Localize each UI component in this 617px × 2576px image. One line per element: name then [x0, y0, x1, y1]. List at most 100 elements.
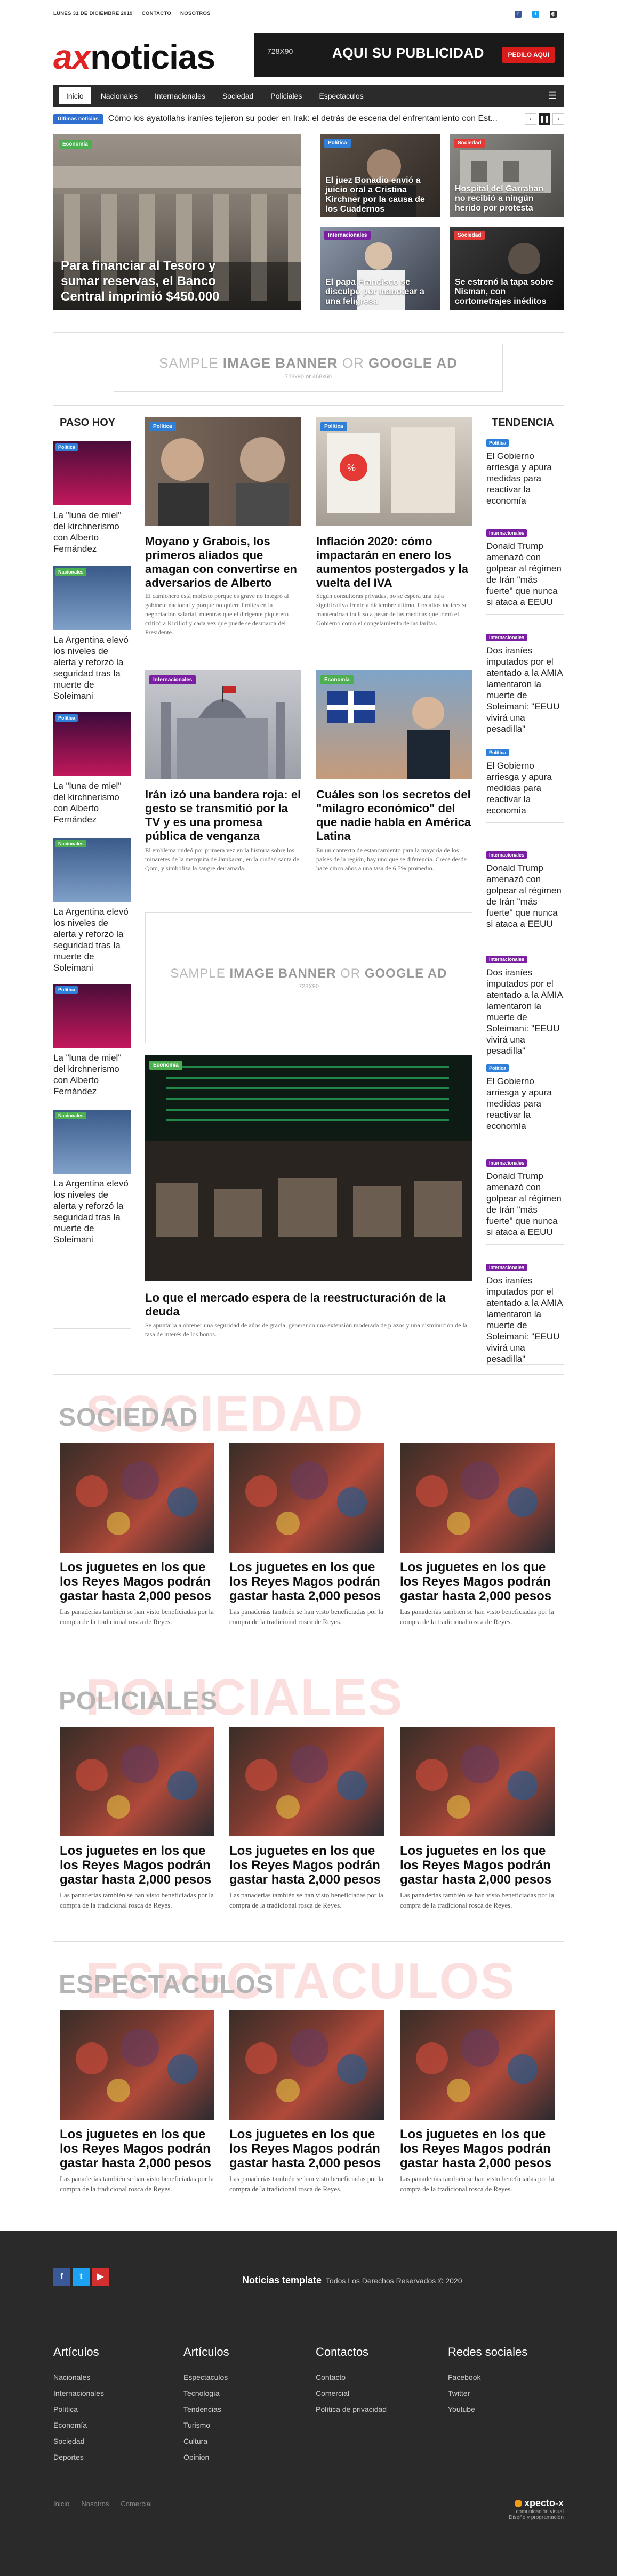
left-sidebar-title[interactable]: La "luna de miel" del kirchnerismo con A…: [53, 780, 131, 825]
section-card[interactable]: Los juguetes en los que los Reyes Magos …: [229, 2010, 384, 2194]
section-card[interactable]: Los juguetes en los que los Reyes Magos …: [60, 1443, 214, 1627]
left-sidebar-thumb[interactable]: Nacionales: [53, 566, 131, 630]
category-badge[interactable]: Política: [149, 422, 176, 431]
twitter-icon[interactable]: t: [73, 2268, 90, 2286]
footer-link[interactable]: Opinion: [183, 2453, 229, 2461]
facebook-icon[interactable]: f: [53, 2268, 70, 2286]
left-sidebar-title[interactable]: La Argentina elevó los niveles de alerta…: [53, 634, 131, 701]
category-badge[interactable]: Sociedad: [454, 231, 485, 240]
right-sidebar-title[interactable]: El Gobierno arriesga y apura medidas par…: [486, 760, 564, 816]
article-image-5[interactable]: Economía: [145, 1055, 472, 1281]
hero-tile-title[interactable]: El juez Bonadio envió a juicio oral a Cr…: [325, 176, 432, 213]
category-badge[interactable]: Nacionales: [55, 568, 86, 576]
right-sidebar-title[interactable]: El Gobierno arriesga y apura medidas par…: [486, 450, 564, 506]
footer-link[interactable]: Twitter: [448, 2389, 527, 2397]
right-sidebar-title[interactable]: Dos iraníes imputados por el atentado a …: [486, 645, 564, 734]
left-sidebar-thumb[interactable]: Nacionales: [53, 1110, 131, 1174]
menu-icon[interactable]: ☰: [548, 90, 559, 101]
card-image[interactable]: [60, 2010, 214, 2120]
article-title[interactable]: Inflación 2020: cómo impactarán en enero…: [316, 535, 472, 590]
category-badge[interactable]: Internacionales: [486, 851, 527, 859]
footer-link[interactable]: Internacionales: [53, 2389, 104, 2397]
card-image[interactable]: [400, 2010, 555, 2120]
instagram-icon[interactable]: ◎: [550, 11, 557, 18]
section-card[interactable]: Los juguetes en los que los Reyes Magos …: [60, 2010, 214, 2194]
card-image[interactable]: [60, 1443, 214, 1553]
category-badge[interactable]: Política: [486, 1064, 509, 1072]
right-sidebar-title[interactable]: Dos iraníes imputados por el atentado a …: [486, 967, 564, 1056]
card-title[interactable]: Los juguetes en los que los Reyes Magos …: [229, 1560, 384, 1603]
facebook-icon[interactable]: f: [515, 11, 522, 18]
about-link[interactable]: NOSOTROS: [180, 11, 211, 17]
nav-item-inicio[interactable]: Inicio: [59, 87, 91, 104]
card-title[interactable]: Los juguetes en los que los Reyes Magos …: [400, 1844, 555, 1887]
right-sidebar-item[interactable]: Internacionales Dos iraníes imputados por…: [486, 632, 564, 741]
footer-link[interactable]: Deportes: [53, 2453, 104, 2461]
article-image-3[interactable]: Internacionales: [145, 670, 301, 779]
category-badge[interactable]: Internacionales: [486, 1159, 527, 1167]
right-sidebar-item[interactable]: Internacionales Donald Trump amenazó con …: [486, 850, 564, 936]
nav-item-internacionales[interactable]: Internacionales: [147, 87, 213, 104]
hero-main[interactable]: Economía Para financiar al Tesoro y suma…: [53, 134, 301, 310]
right-sidebar-item[interactable]: Política El Gobierno arriesga y apura med…: [486, 423, 564, 513]
category-badge[interactable]: Política: [55, 986, 78, 994]
category-badge[interactable]: Nacionales: [55, 1112, 86, 1119]
footer-credit[interactable]: xpecto-x comunicación visual Diseño y pr…: [509, 2498, 564, 2521]
twitter-icon[interactable]: t: [532, 11, 539, 18]
category-badge[interactable]: Política: [486, 439, 509, 447]
category-badge[interactable]: Economía: [149, 1061, 182, 1070]
footer-link[interactable]: Turismo: [183, 2421, 229, 2429]
right-sidebar-item[interactable]: Internacionales Donald Trump amenazó con …: [486, 1158, 564, 1245]
card-title[interactable]: Los juguetes en los que los Reyes Magos …: [229, 1844, 384, 1887]
category-badge[interactable]: Nacionales: [55, 840, 86, 847]
card-image[interactable]: [229, 1727, 384, 1836]
hero-tile-4[interactable]: Sociedad Se estrenó la tapa sobre Nisman…: [450, 227, 564, 310]
left-sidebar-item[interactable]: Política La "luna de miel" del kirchneris…: [53, 984, 131, 1097]
footer-link[interactable]: Facebook: [448, 2373, 527, 2381]
category-badge[interactable]: Economía: [320, 675, 354, 684]
right-sidebar-item[interactable]: Política El Gobierno arriesga y apura med…: [486, 1063, 564, 1138]
category-badge[interactable]: Sociedad: [454, 139, 485, 148]
mid-ad-banner[interactable]: SAMPLE IMAGE BANNER OR GOOGLE AD 728x90 …: [114, 344, 503, 392]
card-title[interactable]: Los juguetes en los que los Reyes Magos …: [60, 1844, 214, 1887]
right-sidebar-title[interactable]: Donald Trump amenazó con golpear al régi…: [486, 1170, 564, 1238]
hero-tile-3[interactable]: Internacionales El papa Francisco se dis…: [320, 227, 440, 310]
card-title[interactable]: Los juguetes en los que los Reyes Magos …: [60, 1560, 214, 1603]
footer-link[interactable]: Economía: [53, 2421, 104, 2429]
card-image[interactable]: [229, 1443, 384, 1553]
hero-tile-title[interactable]: Hospital del Garrahan no recibió a ningú…: [455, 184, 556, 213]
category-badge[interactable]: Economía: [59, 140, 92, 149]
card-image[interactable]: [400, 1727, 555, 1836]
hero-tile-1[interactable]: Política El juez Bonadio envió a juicio …: [320, 134, 440, 217]
right-sidebar-title[interactable]: El Gobierno arriesga y apura medidas par…: [486, 1076, 564, 1132]
article-image-2[interactable]: % Política: [316, 417, 472, 526]
left-sidebar-item[interactable]: Nacionales La Argentina elevó los niveles…: [53, 838, 131, 973]
hero-tile-2[interactable]: Sociedad Hospital del Garrahan no recibi…: [450, 134, 564, 217]
left-sidebar-title[interactable]: La Argentina elevó los niveles de alerta…: [53, 1178, 131, 1245]
category-badge[interactable]: Internacionales: [486, 956, 527, 963]
article-title[interactable]: Moyano y Grabois, los primeros aliados q…: [145, 535, 301, 590]
section-card[interactable]: Los juguetes en los que los Reyes Magos …: [400, 1443, 555, 1627]
footer-bottom-link[interactable]: Inicio: [53, 2500, 69, 2508]
section-card[interactable]: Los juguetes en los que los Reyes Magos …: [229, 1727, 384, 1910]
section-title[interactable]: POLICIALES: [59, 1686, 218, 1716]
left-sidebar-item[interactable]: Política La "luna de miel" del kirchneris…: [53, 712, 131, 825]
left-sidebar-title[interactable]: La Argentina elevó los niveles de alerta…: [53, 906, 131, 973]
footer-link[interactable]: Comercial: [316, 2389, 387, 2397]
footer-link[interactable]: Youtube: [448, 2405, 527, 2413]
footer-link[interactable]: Tendencias: [183, 2405, 229, 2413]
footer-link[interactable]: Sociedad: [53, 2437, 104, 2445]
card-title[interactable]: Los juguetes en los que los Reyes Magos …: [400, 1560, 555, 1603]
contact-link[interactable]: CONTACTO: [142, 11, 171, 17]
left-sidebar-title[interactable]: La "luna de miel" del kirchnerismo con A…: [53, 1052, 131, 1097]
article-image-1[interactable]: Política: [145, 417, 301, 526]
nav-item-policiales[interactable]: Policiales: [263, 87, 309, 104]
right-sidebar-item[interactable]: Internacionales Donald Trump amenazó con …: [486, 528, 564, 615]
section-card[interactable]: Los juguetes en los que los Reyes Magos …: [400, 2010, 555, 2194]
left-sidebar-thumb[interactable]: Política: [53, 712, 131, 776]
left-sidebar-thumb[interactable]: Política: [53, 441, 131, 505]
site-logo[interactable]: axnoticias: [53, 37, 215, 77]
hero-main-title[interactable]: Para financiar al Tesoro y sumar reserva…: [61, 258, 253, 304]
nav-item-nacionales[interactable]: Nacionales: [93, 87, 145, 104]
footer-link[interactable]: Tecnología: [183, 2389, 229, 2397]
